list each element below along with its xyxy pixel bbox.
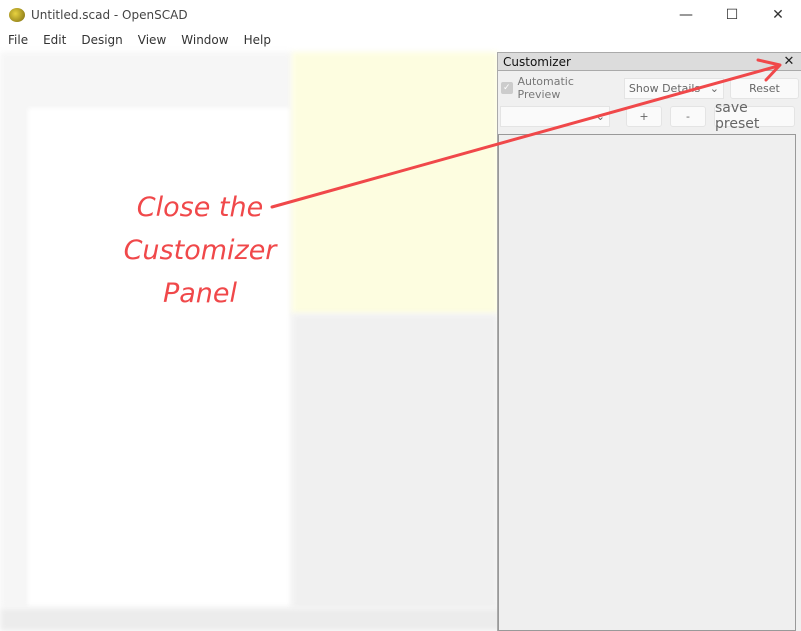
annotation-arrow — [270, 58, 782, 209]
